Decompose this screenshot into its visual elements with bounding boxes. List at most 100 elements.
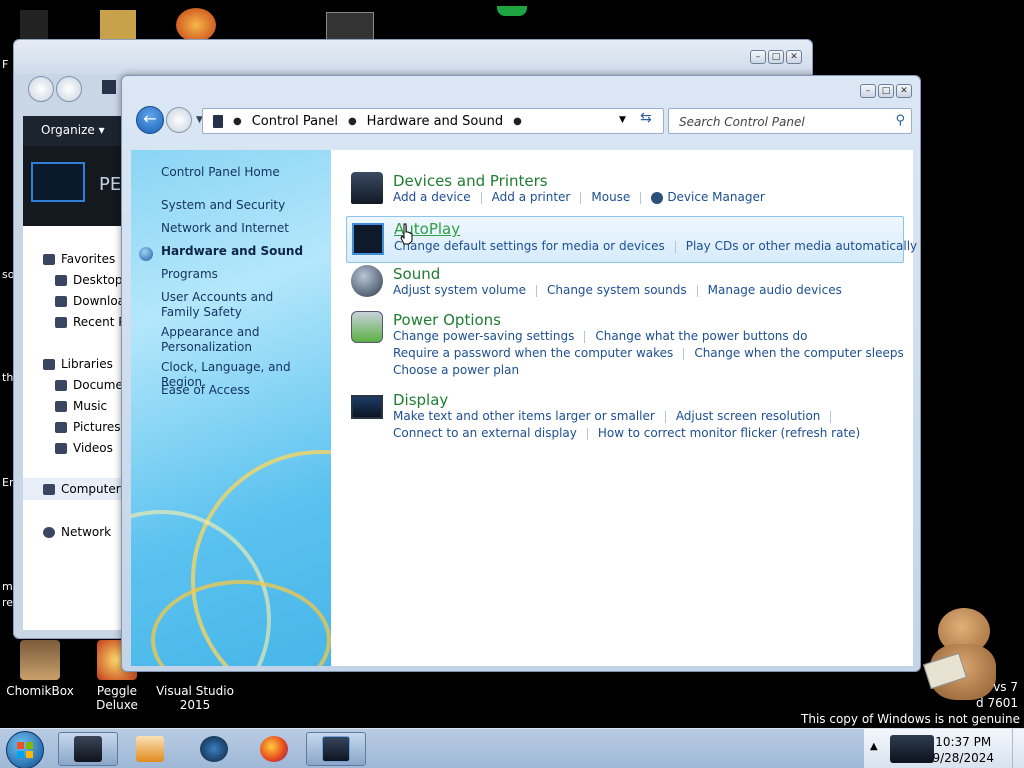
nav-item-videos[interactable]: Videos [55, 441, 113, 455]
sidebar-item-programs[interactable]: Programs [161, 267, 321, 282]
link-change-power-saving-settings[interactable]: Change power-saving settings [393, 329, 574, 343]
maximize-button[interactable]: □ [768, 50, 784, 64]
sidebar-item-system-and-security[interactable]: System and Security [161, 198, 321, 213]
globe-icon [200, 736, 228, 762]
category-links: Add a device Add a printer Mouse Device Man… [393, 190, 765, 204]
gadget-icon [497, 6, 527, 16]
category-title[interactable]: Power Options [393, 311, 501, 329]
app-icon[interactable] [176, 8, 216, 42]
link-manage-audio-devices[interactable]: Manage audio devices [708, 283, 842, 297]
monitor-icon [351, 395, 383, 419]
link-add-device[interactable]: Add a device [393, 190, 471, 204]
search-input[interactable]: Search Control Panel ⚲ [668, 108, 912, 134]
taskbar-app[interactable] [184, 732, 244, 766]
nav-item-label: Libraries [61, 357, 113, 371]
breadcrumb-control-panel[interactable]: Control Panel [252, 114, 338, 129]
breadcrumb-separator[interactable]: ● [348, 116, 357, 127]
minimize-button[interactable]: – [750, 50, 766, 64]
taskbar-media-player[interactable] [120, 732, 180, 766]
link-change-power-buttons[interactable]: Change what the power buttons do [595, 329, 807, 343]
control-panel-window[interactable]: – □ ✕ ← ▼ ● Control Panel ● Hardware and… [121, 75, 921, 672]
computer-icon [43, 483, 55, 495]
tray-app-icon[interactable] [890, 735, 934, 763]
title-bar[interactable]: – □ ✕ [14, 40, 812, 74]
nav-item-pictures[interactable]: Pictures [55, 420, 121, 434]
genuine-warning: This copy of Windows is not genuine [801, 712, 1020, 726]
sidebar-item-control-panel-home[interactable]: Control Panel Home [161, 165, 321, 180]
back-button[interactable]: ← [136, 106, 164, 134]
category-title[interactable]: Devices and Printers [393, 172, 548, 190]
desktop-icon-chomikbox[interactable]: ChomikBox [0, 640, 80, 698]
taskbar: ▲ 10:37 PM 9/28/2024 [0, 728, 1024, 768]
sidebar-item-appearance[interactable]: Appearance and Personalization [161, 325, 261, 355]
sidebar-item-user-accounts[interactable]: User Accounts and Family Safety [161, 290, 311, 320]
maximize-button[interactable]: □ [878, 84, 894, 98]
desktop-icon-label: Visual Studio 2015 [156, 684, 234, 712]
link-change-sleep-time[interactable]: Change when the computer sleeps [694, 346, 903, 360]
start-button[interactable] [6, 731, 44, 768]
link-make-text-larger[interactable]: Make text and other items larger or smal… [393, 409, 655, 423]
show-hidden-icons-button[interactable]: ▲ [870, 741, 878, 752]
shield-icon [651, 191, 664, 204]
link-change-system-sounds[interactable]: Change system sounds [547, 283, 687, 297]
link-mouse[interactable]: Mouse [591, 190, 630, 204]
desktop-shortcut-icon[interactable] [20, 10, 48, 42]
sidebar-item-network-and-internet[interactable]: Network and Internet [161, 221, 321, 236]
search-icon[interactable]: ⚲ [895, 113, 905, 128]
printer-icon [351, 172, 383, 204]
nav-item-documents[interactable]: Documen [55, 378, 130, 392]
close-button[interactable]: ✕ [896, 84, 912, 98]
monitor-icon [31, 162, 85, 202]
window-icon[interactable] [326, 12, 374, 40]
category-autoplay[interactable]: AutoPlay Change default settings for med… [346, 216, 917, 263]
close-button[interactable]: ✕ [786, 50, 802, 64]
folder-icon[interactable] [100, 10, 136, 40]
nav-item-recent-places[interactable]: Recent Pl [55, 315, 129, 329]
pictures-icon [55, 421, 67, 433]
breadcrumb-separator[interactable]: ● [513, 116, 522, 127]
nav-item-computer[interactable]: Computer [23, 478, 133, 500]
control-panel-icon [213, 114, 223, 128]
breadcrumb-hardware-and-sound[interactable]: Hardware and Sound [367, 114, 503, 129]
link-play-cds-automatically[interactable]: Play CDs or other media automatically [686, 239, 917, 253]
link-connect-external-display[interactable]: Connect to an external display [393, 426, 577, 440]
link-require-password-on-wake[interactable]: Require a password when the computer wak… [393, 346, 673, 360]
taskbar-firefox[interactable] [244, 732, 304, 766]
forward-button[interactable] [166, 107, 192, 133]
link-adjust-screen-resolution[interactable]: Adjust screen resolution [676, 409, 821, 423]
link-divider [664, 410, 666, 423]
nav-item-libraries[interactable]: Libraries [43, 357, 113, 371]
nav-item-desktop[interactable]: Desktop [55, 273, 123, 287]
link-divider [480, 191, 482, 204]
link-device-manager[interactable]: Device Manager [667, 190, 764, 204]
music-icon [55, 400, 67, 412]
organize-button[interactable]: Organize ▾ [23, 116, 133, 146]
category-title[interactable]: Display [393, 391, 448, 409]
link-divider [683, 347, 685, 360]
category-title[interactable]: Sound [393, 265, 440, 283]
address-dropdown-button[interactable]: ▼ [619, 115, 626, 125]
minimize-button[interactable]: – [860, 84, 876, 98]
refresh-button[interactable]: ⇆ [640, 110, 652, 126]
category-devices-and-printers: Devices and Printers Add a device Add a p… [345, 172, 905, 208]
link-choose-power-plan[interactable]: Choose a power plan [393, 363, 519, 377]
link-adjust-system-volume[interactable]: Adjust system volume [393, 283, 526, 297]
link-add-printer[interactable]: Add a printer [492, 190, 571, 204]
link-correct-monitor-flicker[interactable]: How to correct monitor flicker (refresh … [598, 426, 860, 440]
nav-item-network[interactable]: Network [43, 525, 111, 539]
link-change-default-settings[interactable]: Change default settings for media or dev… [394, 239, 665, 253]
taskbar-explorer[interactable] [58, 732, 118, 766]
show-desktop-button[interactable] [1012, 729, 1024, 768]
nav-item-favorites[interactable]: Favorites [43, 252, 115, 266]
link-divider [535, 284, 537, 297]
back-button[interactable] [28, 76, 54, 102]
address-bar[interactable]: ● Control Panel ● Hardware and Sound ● [202, 108, 664, 134]
breadcrumb-separator[interactable]: ● [233, 116, 242, 127]
forward-button[interactable] [56, 76, 82, 102]
taskbar-control-panel[interactable] [306, 732, 366, 766]
sidebar-item-ease-of-access[interactable]: Ease of Access [161, 383, 321, 398]
clock-time: 10:37 PM [935, 735, 992, 749]
clock[interactable]: 10:37 PM 9/28/2024 [932, 734, 994, 766]
nav-item-music[interactable]: Music [55, 399, 107, 413]
current-section-icon [139, 247, 153, 261]
